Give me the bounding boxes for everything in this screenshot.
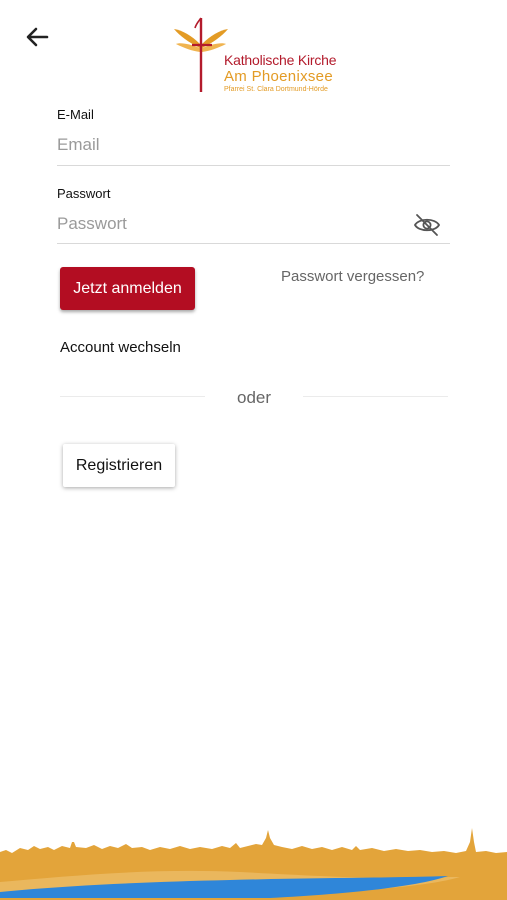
back-button[interactable] (22, 22, 52, 52)
logo-line-2: Am Phoenixsee (224, 68, 333, 85)
email-input[interactable] (57, 133, 447, 157)
arrow-left-icon (26, 27, 49, 47)
city-skyline-illustration (0, 828, 507, 900)
email-label: E-Mail (57, 107, 94, 122)
parish-logo: Katholische Kirche Am Phoenixsee Pfarrei… (170, 14, 350, 96)
switch-account-link[interactable]: Account wechseln (60, 339, 181, 356)
divider-line-left (60, 396, 205, 397)
eye-off-icon (413, 214, 441, 236)
password-input[interactable] (57, 212, 402, 236)
password-underline (57, 243, 450, 244)
logo-line-3: Pfarrei St. Clara Dortmund-Hörde (224, 86, 328, 93)
password-label: Passwort (57, 186, 111, 201)
register-button[interactable]: Registrieren (63, 444, 175, 487)
divider-line-right (303, 396, 448, 397)
divider-label: oder (236, 388, 272, 407)
email-underline (57, 165, 450, 166)
logo-line-1: Katholische Kirche (224, 52, 337, 68)
login-button[interactable]: Jetzt anmelden (60, 267, 195, 310)
logo-cross-wings-icon (174, 17, 228, 92)
forgot-password-link[interactable]: Passwort vergessen? (281, 268, 424, 285)
toggle-password-visibility-button[interactable] (412, 212, 442, 238)
